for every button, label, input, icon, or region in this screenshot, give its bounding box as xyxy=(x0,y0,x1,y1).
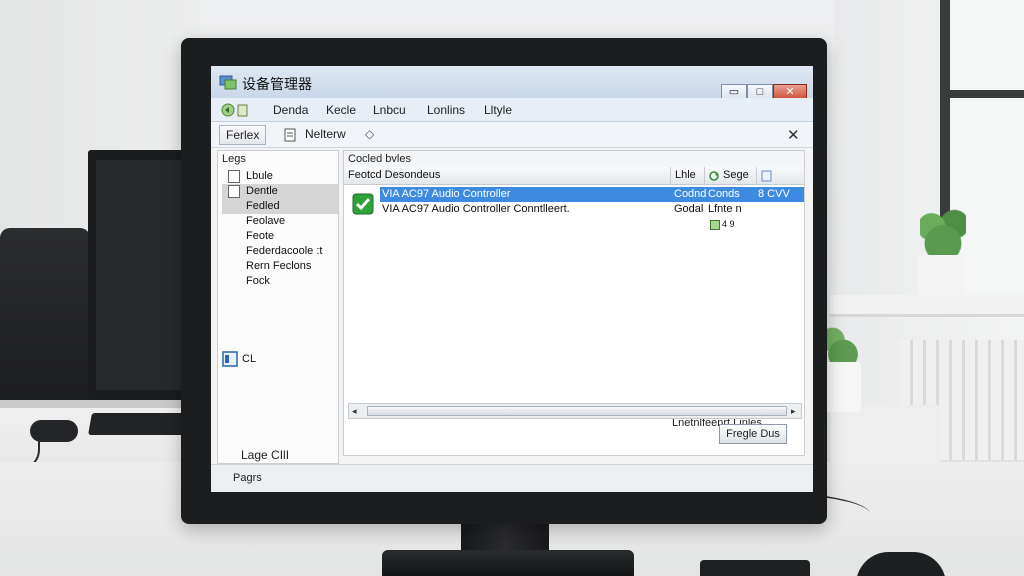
menu-item-2[interactable]: Kecle xyxy=(326,103,356,117)
nav-item-label: Lbule xyxy=(246,170,273,182)
background-mouse xyxy=(30,420,78,442)
side-desk xyxy=(830,405,940,465)
row-2-col3: Lfnte n xyxy=(708,203,742,215)
title-bar: 设备管理器 ▭ □ ✕ xyxy=(211,66,813,102)
keyboard xyxy=(700,560,810,576)
toolbar: Ferlex Nelterw ◇ ✕ xyxy=(211,122,813,148)
room-window-bar xyxy=(950,90,1024,98)
row-1-name[interactable]: VIA AC97 Audio Controller xyxy=(382,187,510,202)
nav-item-label: Rern Feclons xyxy=(246,260,312,272)
menu-bar: Denda Kecle Lnbcu Lonlins Lltyle xyxy=(211,98,813,122)
window-shelf xyxy=(830,295,1024,317)
toolbar-button-1[interactable]: Ferlex xyxy=(219,125,267,145)
panel-title: Cocled bvles xyxy=(344,151,804,167)
nav-header: Legs xyxy=(222,153,246,165)
column-header-3[interactable]: Sege xyxy=(704,167,756,185)
left-nav-panel: Legs Lbule Dentle Fedled Feolave Feote F… xyxy=(217,150,339,464)
background-monitor-screen xyxy=(96,160,192,390)
menu-item-4[interactable]: Lonlins xyxy=(427,103,465,117)
nav-item-6[interactable]: Federdacoole :t xyxy=(222,244,338,259)
nav-item-1[interactable]: Lbule xyxy=(222,169,338,184)
nav-item-4[interactable]: Feolave xyxy=(222,214,338,229)
scroll-left-icon[interactable]: ◂ xyxy=(352,406,357,417)
monitor-stand-base xyxy=(382,550,634,576)
list-header: Feotcd Desondeus Lhle Sege xyxy=(344,167,804,185)
nav-item-3[interactable]: Fedled xyxy=(222,199,338,214)
row-1-col2: Codnd xyxy=(674,188,707,200)
back-forward-icon[interactable] xyxy=(220,101,250,119)
bottom-left-label: Lage CIlI xyxy=(241,448,290,462)
nav-item-label: Federdacoole :t xyxy=(246,245,323,257)
document-icon xyxy=(284,128,296,142)
row-1-col4: 8 CVV xyxy=(758,188,790,200)
plant xyxy=(822,325,864,367)
panel-footer-button[interactable]: Fregle Dus xyxy=(719,424,787,444)
device-manager-icon xyxy=(219,75,237,90)
close-icon[interactable]: ✕ xyxy=(787,126,800,144)
column-header-4[interactable] xyxy=(756,167,804,185)
diamond-icon[interactable]: ◇ xyxy=(365,127,374,141)
nav-item-7[interactable]: Rern Feclons xyxy=(222,259,338,274)
menu-item-1[interactable]: Denda xyxy=(273,103,308,117)
nav-item-label: Feolave xyxy=(246,215,286,227)
column-header-name[interactable]: Feotcd Desondeus xyxy=(344,167,670,185)
page-icon xyxy=(228,170,240,183)
horizontal-scrollbar[interactable]: ◂ ▸ xyxy=(348,403,802,419)
device-list-panel: Cocled bvles Feotcd Desondeus Lhle Sege … xyxy=(343,150,805,456)
scroll-right-icon[interactable]: ▸ xyxy=(791,406,796,417)
background-desk-edge xyxy=(0,400,210,408)
page-icon xyxy=(228,185,240,198)
status-icon xyxy=(710,220,720,230)
menu-item-5[interactable]: Lltyle xyxy=(484,103,512,117)
check-icon xyxy=(352,193,374,215)
refresh-icon xyxy=(709,171,719,181)
row-2-col2: Godal xyxy=(674,203,704,215)
plant xyxy=(920,205,966,260)
row-2-extra: 4 9 xyxy=(722,219,735,229)
window-icon xyxy=(222,351,238,367)
column-header-3-label: Sege xyxy=(723,169,749,181)
nav-item-label: Fedled xyxy=(246,200,280,212)
toolbar-button-2[interactable]: Nelterw xyxy=(299,125,352,145)
device-manager-window: 设备管理器 ▭ □ ✕ Denda Kecle Lnbcu Lonlins Ll… xyxy=(211,66,813,492)
menu-item-3[interactable]: Lnbcu xyxy=(373,103,406,117)
scrollbar-thumb[interactable] xyxy=(367,406,787,416)
nav-item-8[interactable]: Fock xyxy=(222,274,338,289)
row-2-name[interactable]: VIA AC97 Audio Controller Conntlleert. xyxy=(382,202,570,217)
column-icon xyxy=(761,170,772,182)
office-chair xyxy=(0,228,90,408)
window-title: 设备管理器 xyxy=(242,76,312,92)
plant-pot xyxy=(918,255,966,297)
row-1-col3: Conds xyxy=(708,188,740,200)
nav-item-label: Dentle xyxy=(246,185,278,197)
nav-item-2[interactable]: Dentle xyxy=(222,184,338,199)
nav-item-label: Fock xyxy=(246,275,270,287)
status-bar: Pagrs xyxy=(211,464,813,492)
nav-item-5[interactable]: Feote xyxy=(222,229,338,244)
column-header-2[interactable]: Lhle xyxy=(670,167,704,185)
status-text: Pagrs xyxy=(233,472,262,484)
nav-footer-label[interactable]: CL xyxy=(242,353,256,365)
nav-item-label: Feote xyxy=(246,230,275,242)
plant-pot xyxy=(825,362,861,412)
